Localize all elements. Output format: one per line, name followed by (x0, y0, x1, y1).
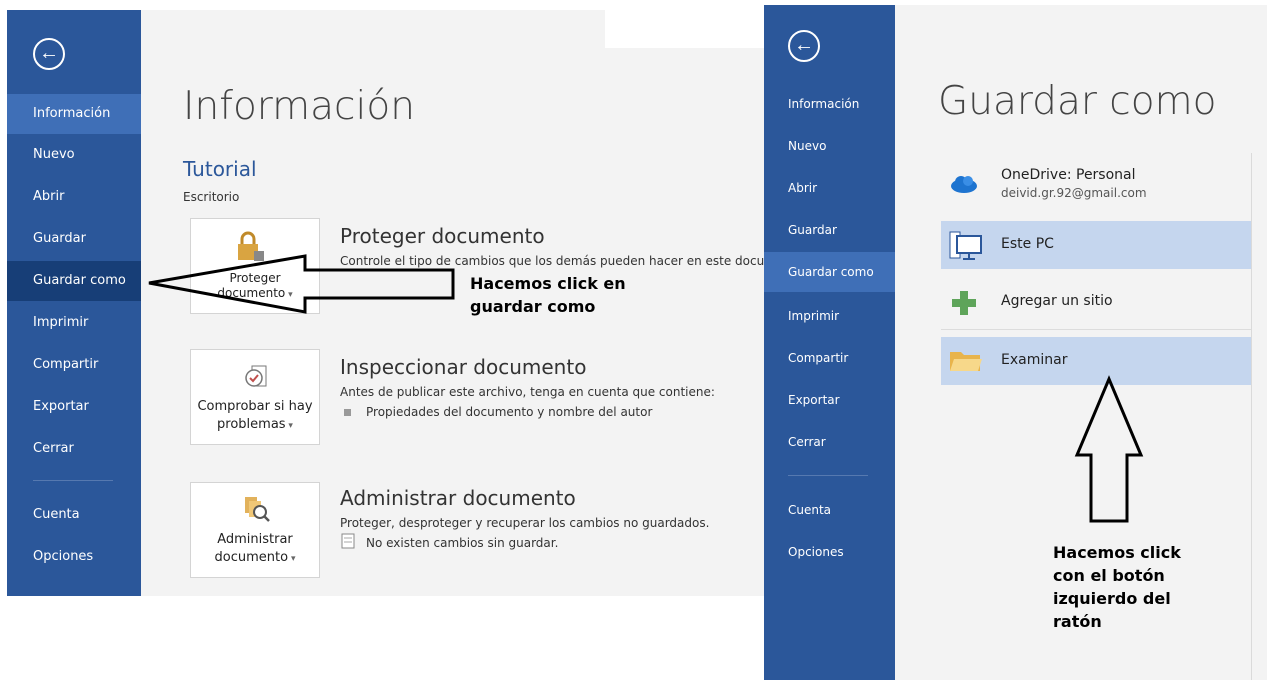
folder-icon (949, 349, 983, 377)
column-divider (1251, 153, 1252, 680)
nav2-separator (788, 475, 868, 476)
manage-button-label-2: documento ▾ (214, 550, 296, 565)
computer-icon (949, 230, 983, 266)
manage-document-icon (243, 495, 271, 526)
caret-down-icon: ▾ (285, 421, 293, 431)
inspect-heading: Inspeccionar documento (340, 355, 587, 379)
nav2-exportar[interactable]: Exportar (764, 380, 895, 420)
location-onedrive[interactable]: OneDrive: Personal deivid.gr.92@gmail.co… (941, 161, 1251, 209)
document-name: Tutorial (183, 157, 257, 181)
nav-informacion[interactable]: Información (7, 94, 141, 134)
page-title: Información (183, 84, 415, 129)
protect-heading: Proteger documento (340, 224, 545, 248)
onedrive-email: deivid.gr.92@gmail.com (1001, 186, 1147, 200)
nav2-opciones[interactable]: Opciones (764, 532, 895, 572)
nav-abrir[interactable]: Abrir (7, 177, 141, 217)
annotation-line-4b: ratón (1053, 612, 1102, 631)
nav-cerrar[interactable]: Cerrar (7, 429, 141, 469)
manage-desc: Proteger, desproteger y recuperar los ca… (340, 516, 710, 530)
document-note-icon (341, 533, 355, 554)
nav-nuevo[interactable]: Nuevo (7, 135, 141, 175)
nav2-informacion[interactable]: Información (764, 84, 895, 124)
title-bar-blank (605, 10, 764, 48)
left-arrow-annotation-icon (148, 254, 455, 314)
browse-label: Examinar (1001, 352, 1068, 368)
this-pc-label: Este PC (1001, 236, 1054, 252)
manage-heading: Administrar documento (340, 486, 576, 510)
location-separator (941, 329, 1251, 330)
backstage-sidebar: ← Información Nuevo Abrir Guardar Guarda… (7, 10, 141, 596)
nav-exportar[interactable]: Exportar (7, 387, 141, 427)
inspect-document-icon (244, 364, 270, 395)
nav-cuenta[interactable]: Cuenta (7, 495, 141, 535)
annotation-line-2: guardar como (470, 297, 596, 316)
nav2-guardar-como[interactable]: Guardar como (764, 252, 895, 292)
check-button-label-2: problemas ▾ (217, 417, 293, 432)
nav-compartir[interactable]: Compartir (7, 345, 141, 385)
manage-note: No existen cambios sin guardar. (366, 536, 559, 550)
back-arrow-icon-2[interactable]: ← (788, 30, 820, 62)
manage-button-label: Administrar (217, 532, 293, 547)
nav2-abrir[interactable]: Abrir (764, 168, 895, 208)
inspect-bullet: Propiedades del documento y nombre del a… (366, 405, 653, 419)
save-as-panel: ← Información Nuevo Abrir Guardar Guarda… (764, 5, 1267, 680)
up-arrow-annotation-icon (1074, 375, 1144, 523)
location-this-pc[interactable]: Este PC (941, 221, 1251, 269)
check-issues-button[interactable]: Comprobar si hay problemas ▾ (190, 349, 320, 445)
nav-imprimir[interactable]: Imprimir (7, 303, 141, 343)
back-arrow-icon[interactable]: ← (33, 38, 65, 70)
info-panel: ← Información Nuevo Abrir Guardar Guarda… (7, 10, 764, 596)
nav2-compartir[interactable]: Compartir (764, 338, 895, 378)
plus-icon (951, 290, 977, 320)
nav-guardar-como[interactable]: Guardar como (7, 261, 141, 301)
annotation-line-1b: Hacemos click (1053, 543, 1181, 562)
nav2-nuevo[interactable]: Nuevo (764, 126, 895, 166)
annotation-line-3b: izquierdo del (1053, 589, 1171, 608)
save-as-title: Guardar como (938, 79, 1217, 124)
nav2-cuenta[interactable]: Cuenta (764, 490, 895, 530)
onedrive-label: OneDrive: Personal (1001, 167, 1136, 183)
manage-document-button[interactable]: Administrar documento ▾ (190, 482, 320, 578)
add-place-label: Agregar un sitio (1001, 293, 1113, 309)
backstage-sidebar-2: ← Información Nuevo Abrir Guardar Guarda… (764, 5, 895, 680)
check-button-label: Comprobar si hay (197, 399, 313, 414)
annotation-line-1: Hacemos click en (470, 274, 626, 293)
nav2-cerrar[interactable]: Cerrar (764, 422, 895, 462)
inspect-desc: Antes de publicar este archivo, tenga en… (340, 385, 715, 399)
bullet-icon (344, 409, 351, 416)
nav-guardar[interactable]: Guardar (7, 219, 141, 259)
nav-separator (33, 480, 113, 481)
nav2-imprimir[interactable]: Imprimir (764, 296, 895, 336)
document-location: Escritorio (183, 190, 240, 204)
nav-opciones[interactable]: Opciones (7, 537, 141, 577)
annotation-click-save-as: Hacemos click en guardar como (470, 272, 626, 318)
annotation-line-2b: con el botón (1053, 566, 1165, 585)
location-add-place[interactable]: Agregar un sitio (941, 278, 1251, 326)
caret-down-icon: ▾ (288, 554, 296, 564)
annotation-left-click: Hacemos click con el botón izquierdo del… (1053, 541, 1181, 633)
cloud-icon (949, 173, 979, 199)
nav2-guardar[interactable]: Guardar (764, 210, 895, 250)
